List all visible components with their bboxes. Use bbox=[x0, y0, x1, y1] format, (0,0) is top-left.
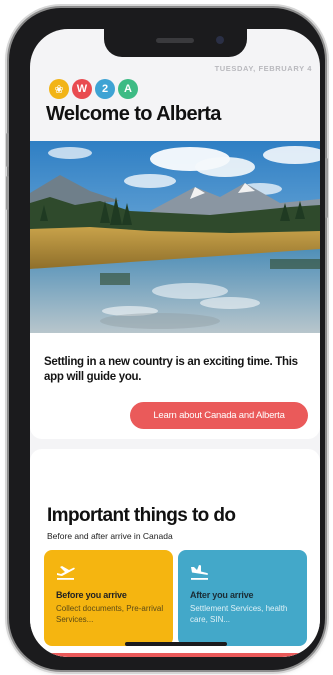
volume-up-button bbox=[6, 133, 9, 167]
status-date: TUESDAY, FEBRUARY 4 bbox=[214, 64, 312, 73]
section-subtitle: Before and after arrive in Canada bbox=[47, 531, 173, 541]
intro-text: Settling in a new country is an exciting… bbox=[44, 356, 298, 383]
volume-down-button bbox=[6, 176, 9, 210]
page-title: Welcome to Alberta bbox=[46, 103, 221, 125]
section-title: Important things to do bbox=[47, 505, 236, 526]
tile-title: Before you arrive bbox=[56, 590, 127, 600]
tile-description: Settlement Services, health care, SIN... bbox=[190, 604, 288, 624]
logo-number-2: 2 bbox=[95, 79, 115, 99]
flower-icon: ❀ bbox=[49, 79, 69, 99]
screen: TUESDAY, FEBRUARY 4 ❀ W 2 A Welcome to A… bbox=[30, 29, 320, 657]
tile-title: After you arrive bbox=[190, 590, 254, 600]
learn-about-button[interactable]: Learn about Canada and Alberta bbox=[130, 402, 308, 429]
welcome-card: Settling in a new country is an exciting… bbox=[30, 141, 320, 439]
logo-letter-a: A bbox=[118, 79, 138, 99]
power-button bbox=[325, 158, 328, 218]
next-card-peek[interactable] bbox=[44, 653, 307, 657]
home-indicator[interactable] bbox=[125, 642, 227, 646]
camera-icon bbox=[216, 36, 224, 44]
tile-description: Collect documents, Pre-arrival Services.… bbox=[56, 604, 164, 624]
speaker-grille bbox=[156, 38, 194, 43]
plane-arrival-icon bbox=[190, 564, 210, 585]
hero-image bbox=[30, 141, 320, 333]
brand-logo: ❀ W 2 A bbox=[49, 79, 138, 99]
mountain-lake-landscape bbox=[30, 141, 320, 333]
notch bbox=[104, 29, 247, 57]
before-you-arrive-card[interactable]: Before you arrive Collect documents, Pre… bbox=[44, 550, 173, 646]
logo-letter-w: W bbox=[72, 79, 92, 99]
phone-frame: TUESDAY, FEBRUARY 4 ❀ W 2 A Welcome to A… bbox=[6, 8, 328, 670]
after-you-arrive-card[interactable]: After you arrive Settlement Services, he… bbox=[178, 550, 307, 646]
plane-departure-icon bbox=[56, 564, 76, 585]
important-things-card: Important things to do Before and after … bbox=[30, 449, 320, 657]
